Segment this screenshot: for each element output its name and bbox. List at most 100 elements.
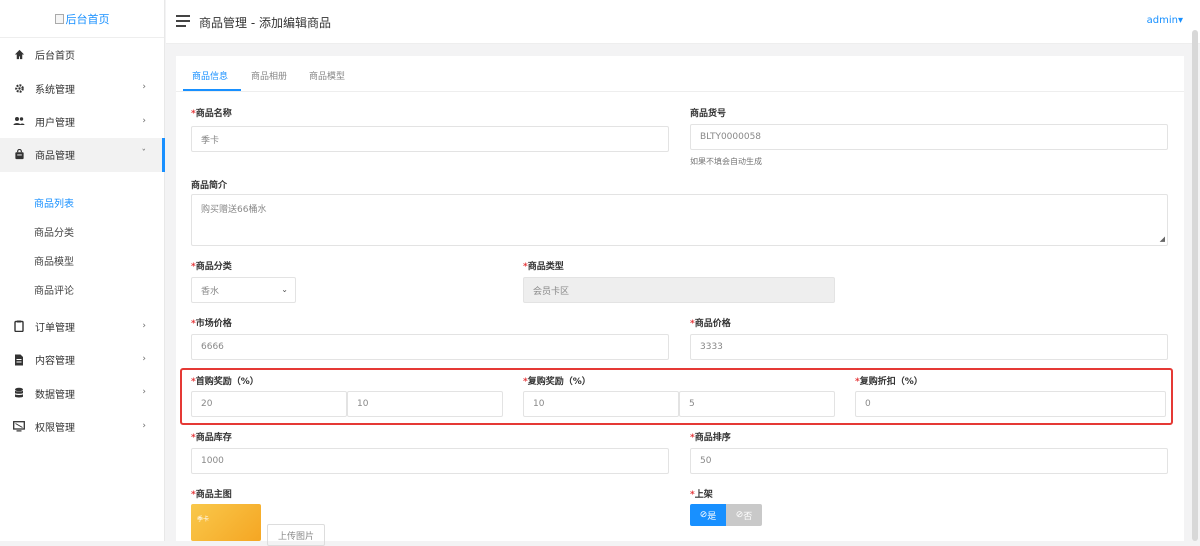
product-sku-label: 商品货号	[690, 109, 727, 119]
market-price-label: *市场价格	[191, 316, 232, 329]
main-image-thumbnail[interactable]: 季卡	[191, 504, 261, 541]
upload-image-button[interactable]: 上传图片	[267, 524, 325, 546]
monitor-icon	[13, 420, 25, 432]
yes-label: 是	[707, 511, 717, 522]
sku-hint: 如果不填会自动生成	[690, 157, 762, 166]
tab-product-model[interactable]: 商品模型	[309, 69, 345, 82]
sidebar-item-users[interactable]: 用户管理 ›	[0, 105, 164, 138]
sidebar-item-system[interactable]: 系统管理 ›	[0, 71, 164, 104]
sidebar: 后台首页 后台首页 系统管理 › 用户管理 › 商品管理 ˇ 商品列表 商品分类…	[0, 0, 165, 541]
label-text: 商品名称	[195, 109, 232, 119]
first-reward-input-a[interactable]: 20	[191, 391, 347, 417]
tab-product-album[interactable]: 商品相册	[251, 69, 287, 82]
tab-bar: 商品信息 商品相册 商品模型	[176, 56, 1184, 92]
input-value: 会员卡区	[533, 286, 570, 297]
repeat-reward-input-a[interactable]: 10	[523, 391, 679, 417]
sidebar-subitem-product-model[interactable]: 商品模型	[0, 246, 164, 275]
sidebar-item-label: 数据管理	[35, 389, 75, 401]
sidebar-item-label: 订单管理	[35, 322, 75, 334]
no-label: 否	[743, 511, 753, 522]
sidebar-item-products[interactable]: 商品管理 ˇ	[0, 138, 165, 172]
on-shelf-label: *上架	[690, 487, 713, 500]
sidebar-item-label: 后台首页	[35, 51, 75, 63]
sidebar-subitem-product-list[interactable]: 商品列表	[0, 188, 164, 217]
sidebar-item-orders[interactable]: 订单管理 ›	[0, 310, 164, 343]
thumbnail-text: 季卡	[197, 516, 210, 523]
label-text: 上架	[694, 490, 713, 500]
on-shelf-no-button[interactable]: ⊘ 否	[726, 504, 762, 526]
input-value: 季卡	[201, 135, 220, 146]
tab-product-info[interactable]: 商品信息	[192, 69, 228, 82]
logo[interactable]: 后台首页	[0, 0, 164, 38]
document-icon	[13, 354, 25, 366]
product-sku-input[interactable]: BLTY0000058	[690, 124, 1168, 150]
market-price-input[interactable]: 6666	[191, 334, 669, 360]
first-purchase-reward-label: *首购奖励（%）	[191, 374, 259, 387]
label-text: 复购折扣（%）	[859, 377, 923, 387]
chevron-right-icon: ›	[142, 353, 146, 364]
repeat-discount-input[interactable]: 0	[855, 391, 1166, 417]
menu-toggle-icon[interactable]	[176, 15, 190, 30]
product-category-select[interactable]: 香水 ⌄	[191, 277, 296, 303]
product-intro-textarea[interactable]: 购买赠送66桶水 ◢	[191, 194, 1168, 246]
stock-input[interactable]: 1000	[191, 448, 669, 474]
label-text: 商品分类	[195, 262, 232, 272]
broken-image-icon	[54, 13, 64, 24]
user-menu[interactable]: admin▾	[1147, 15, 1183, 26]
select-value: 香水	[201, 286, 220, 297]
sidebar-item-permissions[interactable]: 权限管理 ›	[0, 410, 164, 443]
sidebar-item-label: 内容管理	[35, 356, 75, 368]
label-text: 商品主图	[195, 490, 232, 500]
sidebar-item-label: 用户管理	[35, 117, 75, 129]
topbar: 商品管理 - 添加编辑商品 admin▾	[166, 0, 1200, 44]
stock-label: *商品库存	[191, 430, 232, 443]
check-circle-icon: ⊘	[699, 510, 708, 520]
active-tab-indicator	[183, 89, 241, 91]
chevron-right-icon: ›	[142, 82, 146, 93]
input-value: 20	[201, 399, 213, 409]
input-value: BLTY0000058	[700, 132, 762, 142]
chevron-right-icon: ›	[142, 420, 146, 431]
sidebar-item-content[interactable]: 内容管理 ›	[0, 343, 164, 376]
sidebar-item-home[interactable]: 后台首页	[0, 38, 164, 71]
label-text: 首购奖励（%）	[195, 377, 259, 387]
input-value: 3333	[700, 342, 723, 352]
repeat-purchase-reward-label: *复购奖励（%）	[523, 374, 591, 387]
input-value: 0	[865, 399, 871, 409]
on-shelf-toggle[interactable]: ⊘ 是 ⊘ 否	[690, 504, 762, 526]
users-icon	[13, 115, 25, 127]
label-text: 商品价格	[694, 319, 731, 329]
chevron-right-icon: ›	[142, 387, 146, 398]
home-icon	[13, 49, 25, 61]
user-name: admin	[1146, 15, 1178, 26]
page-scrollbar[interactable]	[1192, 30, 1198, 541]
repeat-reward-input-b[interactable]: 5	[679, 391, 835, 417]
sidebar-subitem-product-review[interactable]: 商品评论	[0, 275, 164, 304]
resize-handle-icon[interactable]: ◢	[1160, 235, 1165, 243]
logo-alt-text: 后台首页	[65, 12, 110, 26]
product-type-input: 会员卡区	[523, 277, 835, 303]
product-intro-label: 商品简介	[191, 181, 228, 191]
label-text: 商品排序	[694, 433, 731, 443]
circle-icon: ⊘	[735, 510, 744, 520]
product-price-input[interactable]: 3333	[690, 334, 1168, 360]
product-category-label: *商品分类	[191, 259, 232, 272]
sort-input[interactable]: 50	[690, 448, 1168, 474]
product-price-label: *商品价格	[690, 316, 731, 329]
database-icon	[13, 387, 25, 399]
breadcrumb: 商品管理 - 添加编辑商品	[199, 16, 331, 30]
input-value: 10	[357, 399, 369, 409]
on-shelf-yes-button[interactable]: ⊘ 是	[690, 504, 726, 526]
textarea-value: 购买赠送66桶水	[201, 205, 267, 215]
chevron-down-icon: ⌄	[281, 285, 288, 294]
sort-label: *商品排序	[690, 430, 731, 443]
main-image-label: *商品主图	[191, 487, 232, 500]
sidebar-item-data[interactable]: 数据管理 ›	[0, 376, 164, 409]
bag-icon	[13, 149, 25, 161]
sidebar-subitem-product-category[interactable]: 商品分类	[0, 217, 164, 246]
repeat-discount-label: *复购折扣（%）	[855, 374, 923, 387]
first-reward-input-b[interactable]: 10	[347, 391, 503, 417]
gear-icon	[13, 82, 25, 94]
product-name-input[interactable]: 季卡	[191, 126, 669, 152]
input-value: 5	[689, 399, 695, 409]
